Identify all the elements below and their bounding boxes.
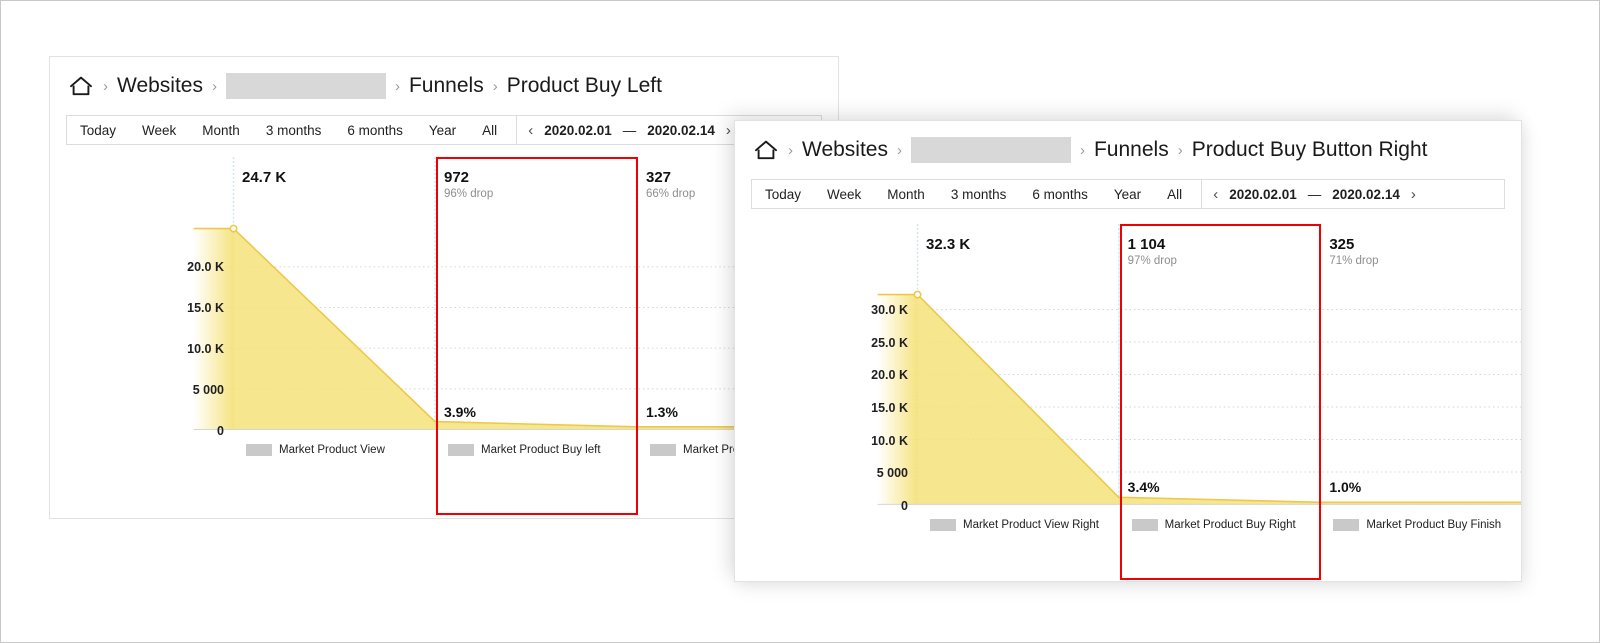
breadcrumb-separator: › [1080,142,1085,159]
funnel-step-value: 972 [444,169,469,186]
funnel-step-conversion: 1.0% [1329,479,1361,495]
y-axis-tick-label: 15.0 K [187,301,224,315]
y-axis-tick-label: 20.0 K [871,368,908,382]
breadcrumb-item-funnels[interactable]: Funnels [409,74,484,98]
y-axis-tick-label: 5 000 [193,383,224,397]
filter-tab-3-months[interactable]: 3 months [938,180,1020,208]
date-range-end[interactable]: 2020.02.14 [1332,187,1400,202]
breadcrumb-separator: › [212,78,217,95]
filter-tab-all[interactable]: All [1154,180,1195,208]
legend-item[interactable]: Market Product Buy Finish [1333,519,1501,531]
legend-item[interactable]: Market Product View [246,444,385,456]
funnel-step-drop: 71% drop [1329,255,1378,267]
legend-label: Market Product View Right [963,519,1099,531]
funnel-chart-left[interactable]: 0 5 000 10.0 K 15.0 K 20.0 K 24.7 K Market Pr… [50,157,838,518]
page-title: Product Buy Left [507,74,662,98]
time-range-filter-bar: Today Week Month 3 months 6 months Year … [66,115,822,145]
home-icon[interactable] [68,74,94,98]
legend-swatch [1333,519,1359,531]
funnel-step-conversion: 1.3% [646,404,678,420]
date-range-start[interactable]: 2020.02.01 [544,123,612,138]
y-axis-tick-label: 5 000 [877,466,908,480]
breadcrumb-separator: › [1178,142,1183,159]
filter-tab-year[interactable]: Year [416,116,469,144]
legend-label: Market Product View [279,444,385,456]
funnel-step-value: 32.3 K [926,236,970,253]
y-axis-tick-label: 15.0 K [871,401,908,415]
y-axis-tick-label: 20.0 K [187,260,224,274]
legend-item[interactable]: Market Product Buy left [448,444,601,456]
filter-tab-month[interactable]: Month [189,116,253,144]
time-range-filter-bar: Today Week Month 3 months 6 months Year … [751,179,1505,209]
chevron-left-icon[interactable]: ‹ [528,122,533,139]
legend-label: Market Product Buy Right [1165,519,1296,531]
funnel-panel-right: › Websites › › Funnels › Product Buy But… [734,120,1522,582]
funnel-step-conversion: 3.4% [1128,479,1160,495]
y-axis-tick-label: 10.0 K [871,434,908,448]
filter-tab-3-months[interactable]: 3 months [253,116,335,144]
filter-tab-week[interactable]: Week [814,180,874,208]
filter-tab-6-months[interactable]: 6 months [1019,180,1101,208]
funnel-step-conversion: 3.9% [444,404,476,420]
funnel-step-drop: 66% drop [646,188,695,200]
filter-tab-today[interactable]: Today [752,180,814,208]
filter-tab-week[interactable]: Week [129,116,189,144]
legend-swatch [930,519,956,531]
funnel-step-drop: 97% drop [1128,255,1177,267]
breadcrumb-separator: › [493,78,498,95]
y-axis-tick-label: 10.0 K [187,342,224,356]
filter-tab-month[interactable]: Month [874,180,938,208]
funnel-step-value: 24.7 K [242,169,286,186]
y-axis-tick-label: 0 [217,424,224,438]
breadcrumb-separator: › [395,78,400,95]
filter-tab-6-months[interactable]: 6 months [334,116,416,144]
breadcrumb: › Websites › › Funnels › Product Buy Lef… [50,57,838,115]
funnel-chart-right[interactable]: 0 5 000 10.0 K 15.0 K 20.0 K 25.0 K 30.0 K 32.… [735,224,1521,581]
y-axis-tick-label: 25.0 K [871,336,908,350]
chevron-left-icon[interactable]: ‹ [1213,186,1218,203]
date-range-dash: — [623,123,637,138]
chevron-right-icon[interactable]: › [726,122,731,139]
legend-swatch [246,444,272,456]
chevron-right-icon[interactable]: › [1411,186,1416,203]
filter-tab-today[interactable]: Today [67,116,129,144]
legend-label: Market Product Buy Finish [1366,519,1501,531]
page-title: Product Buy Button Right [1192,138,1428,162]
date-range-picker: ‹ 2020.02.01 — 2020.02.14 › [516,116,742,144]
legend-swatch [448,444,474,456]
breadcrumb-separator: › [103,78,108,95]
funnel-step-value: 327 [646,169,671,186]
breadcrumb: › Websites › › Funnels › Product Buy But… [735,121,1521,179]
screenshot-root: › Websites › › Funnels › Product Buy Lef… [0,0,1600,643]
y-axis-tick-label: 30.0 K [871,303,908,317]
funnel-panel-left: › Websites › › Funnels › Product Buy Lef… [49,56,839,519]
breadcrumb-separator: › [897,142,902,159]
date-range-dash: — [1308,187,1322,202]
home-icon[interactable] [753,138,779,162]
legend-label: Market Product Buy left [481,444,601,456]
breadcrumb-item-site-redacted[interactable] [226,73,386,99]
legend-swatch [1132,519,1158,531]
y-axis-tick-label: 0 [901,499,908,513]
breadcrumb-item-funnels[interactable]: Funnels [1094,138,1169,162]
filter-tab-year[interactable]: Year [1101,180,1154,208]
y-axis-right: 0 5 000 10.0 K 15.0 K 20.0 K 25.0 K 30.0 K [735,224,908,581]
funnel-step-value: 1 104 [1128,236,1166,253]
date-range-end[interactable]: 2020.02.14 [647,123,715,138]
legend-swatch [650,444,676,456]
breadcrumb-item-websites[interactable]: Websites [117,74,203,98]
y-axis-left: 0 5 000 10.0 K 15.0 K 20.0 K [50,157,224,518]
breadcrumb-item-websites[interactable]: Websites [802,138,888,162]
filter-tab-all[interactable]: All [469,116,510,144]
date-range-picker: ‹ 2020.02.01 — 2020.02.14 › [1201,180,1427,208]
funnel-step-drop: 96% drop [444,188,493,200]
breadcrumb-item-site-redacted[interactable] [911,137,1071,163]
legend-item[interactable]: Market Product Buy Right [1132,519,1296,531]
date-range-start[interactable]: 2020.02.01 [1229,187,1297,202]
funnel-step-value: 325 [1329,236,1354,253]
legend-item[interactable]: Market Product View Right [930,519,1099,531]
breadcrumb-separator: › [788,142,793,159]
